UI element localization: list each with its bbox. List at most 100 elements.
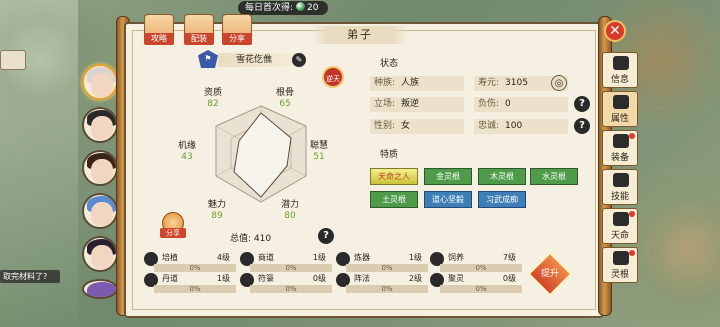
field-key: 寿元: [478,78,500,88]
skill-name: 符箓 [258,274,274,283]
trait-tag[interactable]: 天命之人 [370,168,418,185]
info-icon [613,56,629,70]
stat-fortune: 机缘 43 [178,141,196,163]
skill-name: 聚灵 [448,274,464,283]
tab-share[interactable]: 分享 [222,14,252,45]
close-button[interactable]: ✕ [604,20,626,42]
stat-label: 机缘 [178,141,197,151]
share-button[interactable]: 分享 [160,212,186,238]
disciple-portrait[interactable] [82,107,118,143]
tab-label: 信息 [610,75,629,85]
skill-level: 1级 [408,253,422,262]
skill-name: 饲养 [448,253,464,262]
skill-item[interactable]: 培植 4级 0% [144,252,236,274]
field-key: 种族: [374,78,396,88]
chat-bubble[interactable]: 取完材料了? [0,270,60,283]
stat-aptitude: 资质 82 [204,88,222,110]
stat-label: 魅力 [208,200,227,210]
help-icon[interactable]: ? [574,96,590,112]
stat-value: 43 [181,152,193,162]
field-race: 种族: 人族 [370,76,464,91]
skill-progress: 0% [346,264,428,272]
face-shape [91,245,113,269]
spirit-root-icon [613,251,629,265]
disciple-portrait[interactable] [82,279,118,299]
left-menu-button[interactable] [0,50,26,70]
skill-item[interactable]: 符箓 0级 0% [240,273,332,295]
tab-label: 装备 [610,153,629,163]
face-shape [91,116,113,140]
stat-label: 聪慧 [310,141,329,151]
stat-wisdom: 聪慧 51 [310,141,328,163]
field-gender: 性别: 女 [370,119,464,134]
tab-guide[interactable]: 攻略 [144,14,174,45]
tab-loadout[interactable]: 配装 [184,14,214,45]
daily-reward-amount: 20 [307,3,319,13]
tab-destiny[interactable]: 天命 [602,208,638,244]
skill-book-icon [613,173,629,187]
lifespan-icon[interactable]: ◎ [551,75,567,91]
attribute-icon [613,95,629,109]
status-title: 状态 [380,59,399,69]
destiny-icon [613,212,629,226]
stat-label: 根骨 [276,88,295,98]
stat-value: 82 [207,99,219,109]
trait-tag[interactable]: 金灵根 [424,168,472,185]
field-value: 3105 [505,78,528,88]
chat-text: 取完材料了? [3,272,48,281]
edit-name-icon[interactable]: ✎ [292,53,306,67]
help-icon[interactable]: ? [574,118,590,134]
skill-item[interactable]: 炼器 1级 0% [336,252,428,274]
skill-item[interactable]: 聚灵 0级 0% [430,273,522,295]
skill-item[interactable]: 商道 1级 0% [240,252,332,274]
tab-label: 灵根 [610,270,629,280]
traits-title: 特质 [380,150,399,160]
stat-potential: 潜力 80 [281,200,299,222]
hair-shape [87,282,116,297]
disciple-portrait[interactable] [82,150,118,186]
skill-name: 阵法 [354,274,370,283]
skill-item[interactable]: 丹道 1级 0% [144,273,236,295]
disciple-portrait[interactable] [82,193,118,229]
trait-tag[interactable]: 土灵根 [370,191,418,208]
tab-skills[interactable]: 技能 [602,169,638,205]
stat-charm: 魅力 89 [208,200,226,222]
face-shape [91,159,113,183]
tab-attributes[interactable]: 属性 [602,91,638,127]
stat-bone: 根骨 65 [276,88,294,110]
disciple-portrait[interactable] [82,236,118,272]
help-icon[interactable]: ? [318,228,334,244]
skill-progress: 0% [440,264,522,272]
skill-progress: 0% [250,264,332,272]
skill-progress: 0% [346,285,428,293]
skill-item[interactable]: 阵法 2级 0% [336,273,428,295]
skill-level: 7级 [502,253,516,262]
tab-spirit-root[interactable]: 灵根 [602,247,638,283]
trait-tag[interactable]: 习武成痴 [478,191,526,208]
skill-progress: 0% [250,285,332,293]
stat-label: 潜力 [281,200,300,210]
total-stats: 总值: 410 [230,231,271,244]
skill-name: 炼器 [354,253,370,262]
disciple-portrait[interactable] [82,64,118,100]
field-key: 性别: [374,121,396,131]
skill-name: 丹道 [162,274,178,283]
skill-progress: 0% [154,264,236,272]
skill-item[interactable]: 饲养 7级 0% [430,252,522,274]
field-value: 女 [401,121,411,131]
spirit-stone-icon [296,2,306,11]
trait-tag[interactable]: 木灵根 [478,168,526,185]
daily-reward-label: 每日首次得: [245,3,294,13]
trait-tag[interactable]: 道心坚毅 [424,191,472,208]
tab-loadout-label: 配装 [184,33,214,45]
face-shape [91,202,113,226]
skill-name: 培植 [162,253,178,262]
skill-level: 2级 [408,274,422,283]
skill-progress: 0% [154,285,236,293]
tab-equipment[interactable]: 装备 [602,130,638,166]
trait-tag[interactable]: 水灵根 [530,168,578,185]
field-key: 忠诚: [478,121,500,131]
stat-value: 80 [284,211,296,221]
tab-info[interactable]: 信息 [602,52,638,88]
stat-label: 资质 [204,88,223,98]
